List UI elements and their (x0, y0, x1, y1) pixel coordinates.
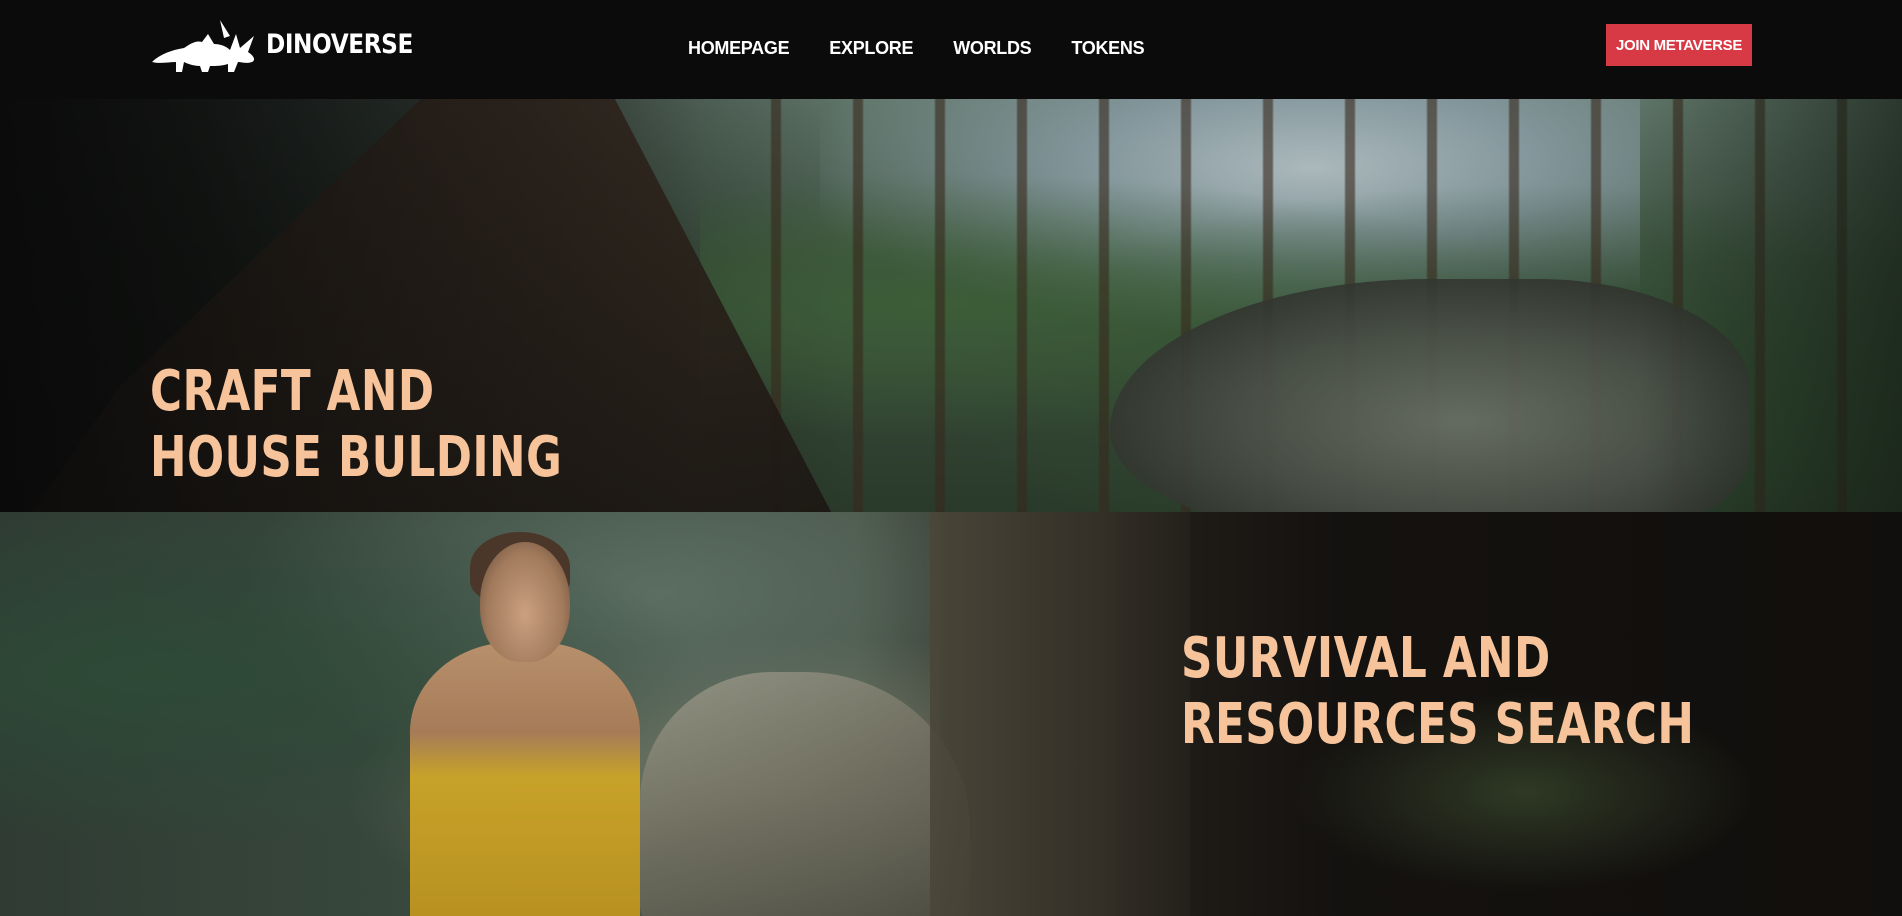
top-nav: DINOVERSE HOMEPAGE EXPLORE WORLDS TOKENS… (0, 0, 1902, 99)
craft-house-building-title: CRAFT AND HOUSE BULDING (150, 359, 562, 491)
menu-item-homepage[interactable]: HOMEPAGE (688, 38, 790, 59)
title-line-2: HOUSE BULDING (150, 425, 563, 491)
survival-resources-title: SURVIVAL AND RESOURCES SEARCH (1181, 626, 1694, 758)
brand-name: DINOVERSE (266, 28, 413, 60)
menu-item-worlds[interactable]: WORLDS (953, 38, 1032, 59)
character-body-image (410, 642, 640, 916)
brand-logo-link[interactable]: DINOVERSE (150, 14, 437, 74)
title-line-2: RESOURCES SEARCH (1181, 692, 1695, 758)
title-line-1: SURVIVAL AND (1181, 626, 1551, 691)
survival-resources-section: SURVIVAL AND RESOURCES SEARCH (0, 512, 1902, 916)
triceratops-logo-icon (152, 20, 255, 72)
menu-item-tokens[interactable]: TOKENS (1071, 38, 1144, 59)
character-head-image (480, 542, 570, 662)
menu-item-explore[interactable]: EXPLORE (829, 38, 913, 59)
right-shade-overlay (1640, 99, 1902, 512)
join-metaverse-button[interactable]: JOIN METAVERSE (1606, 24, 1752, 66)
craft-house-building-section: CRAFT AND HOUSE BULDING (0, 99, 1902, 512)
main-menu: HOMEPAGE EXPLORE WORLDS TOKENS (688, 38, 1145, 59)
title-line-1: CRAFT AND (150, 359, 435, 424)
